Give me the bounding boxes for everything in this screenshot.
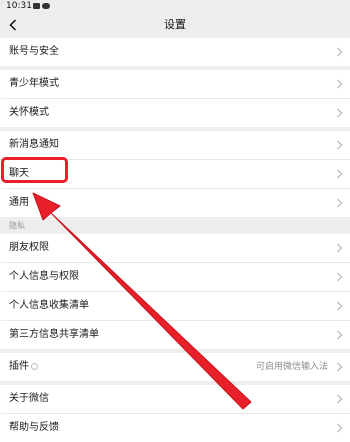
settings-item-label: 个人信息收集清单 — [9, 300, 89, 311]
settings-item-help-feedback[interactable]: 帮助与反馈 — [0, 414, 350, 442]
chevron-right-icon — [337, 47, 343, 57]
settings-item-account-security[interactable]: 账号与安全 — [0, 38, 350, 66]
wechat-notification-icon — [42, 3, 50, 9]
settings-item-label: 朋友权限 — [9, 242, 49, 253]
settings-item-label: 关于微信 — [9, 393, 49, 404]
settings-item-care-mode[interactable]: 关怀模式 — [0, 99, 350, 127]
settings-item-personal-info-collection[interactable]: 个人信息收集清单 — [0, 292, 350, 320]
chevron-right-icon — [337, 243, 343, 253]
settings-item-label: 插件 — [9, 361, 29, 372]
nav-bar: 设置 — [0, 13, 350, 37]
settings-item-value: 可启用微信输入法 — [255, 362, 328, 372]
settings-item-general[interactable]: 通用 — [0, 189, 350, 217]
page-title: 设置 — [164, 18, 186, 31]
settings-item-label: 聊天 — [9, 168, 29, 179]
status-bar: 10:31 — [0, 0, 350, 13]
settings-item-plugins[interactable]: 插件 可启用微信输入法 — [0, 353, 350, 381]
chevron-right-icon — [337, 108, 343, 118]
chevron-right-icon — [337, 79, 343, 89]
chevron-right-icon — [337, 362, 343, 372]
settings-item-label: 关怀模式 — [9, 107, 49, 118]
plugin-status-icon — [31, 363, 38, 370]
settings-item-personal-info-permissions[interactable]: 个人信息与权限 — [0, 263, 350, 291]
chevron-right-icon — [337, 169, 343, 179]
settings-item-label: 第三方信息共享清单 — [9, 329, 99, 340]
chevron-right-icon — [337, 140, 343, 150]
settings-item-third-party-sharing[interactable]: 第三方信息共享清单 — [0, 321, 350, 349]
settings-item-label: 通用 — [9, 197, 29, 208]
settings-item-friend-permissions[interactable]: 朋友权限 — [0, 234, 350, 262]
settings-item-label: 帮助与反馈 — [9, 422, 59, 433]
message-notification-icon — [33, 3, 40, 9]
settings-item-label: 账号与安全 — [9, 46, 59, 57]
settings-item-label: 个人信息与权限 — [9, 271, 79, 282]
chevron-right-icon — [337, 394, 343, 404]
settings-item-label: 青少年模式 — [9, 78, 59, 89]
settings-item-chat[interactable]: 聊天 — [0, 160, 350, 188]
section-header-privacy: 隐私 — [9, 221, 25, 230]
status-time: 10:31 — [6, 1, 32, 11]
chevron-right-icon — [337, 301, 343, 311]
chevron-right-icon — [337, 198, 343, 208]
settings-item-teen-mode[interactable]: 青少年模式 — [0, 70, 350, 98]
settings-item-label: 新消息通知 — [9, 139, 59, 150]
chevron-right-icon — [337, 272, 343, 282]
chevron-right-icon — [337, 423, 343, 433]
settings-item-about-wechat[interactable]: 关于微信 — [0, 385, 350, 413]
chevron-right-icon — [337, 330, 343, 340]
settings-item-new-message-notification[interactable]: 新消息通知 — [0, 131, 350, 159]
